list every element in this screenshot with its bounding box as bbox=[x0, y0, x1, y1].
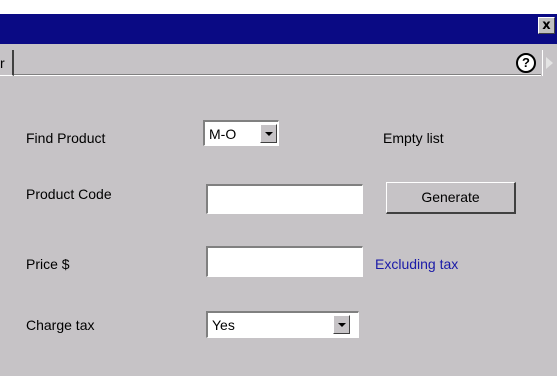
price-label: Price $ bbox=[26, 256, 70, 272]
chevron-down-icon bbox=[338, 323, 346, 327]
charge-tax-dropdown-button[interactable] bbox=[333, 315, 350, 334]
price-input[interactable] bbox=[206, 246, 363, 277]
tab-partial[interactable]: r bbox=[0, 50, 14, 76]
charge-tax-value: Yes bbox=[212, 317, 235, 333]
generate-button-label: Generate bbox=[421, 189, 480, 205]
tab-divider-highlight bbox=[14, 75, 541, 76]
chevron-down-icon bbox=[265, 132, 273, 136]
tab-scroll-right-button[interactable] bbox=[542, 50, 557, 76]
find-product-dropdown-button[interactable] bbox=[260, 124, 277, 143]
title-bar: x bbox=[0, 14, 557, 44]
product-code-label: Product Code bbox=[26, 186, 112, 202]
charge-tax-label: Charge tax bbox=[26, 317, 95, 333]
find-product-label: Find Product bbox=[26, 130, 106, 146]
charge-tax-combo[interactable]: Yes bbox=[206, 311, 359, 338]
find-product-status: Empty list bbox=[383, 130, 444, 146]
find-product-value: M-O bbox=[209, 126, 237, 142]
price-text[interactable] bbox=[208, 248, 362, 276]
product-form-window: x r ? Find Product M-O Empty list Produc… bbox=[0, 0, 557, 376]
help-icon: ? bbox=[522, 55, 530, 70]
close-icon: x bbox=[542, 18, 551, 33]
form-panel: Find Product M-O Empty list Product Code… bbox=[0, 83, 557, 376]
tab-partial-label: r bbox=[0, 55, 5, 71]
close-button[interactable]: x bbox=[538, 17, 555, 34]
help-button[interactable]: ? bbox=[516, 53, 536, 73]
price-tax-note: Excluding tax bbox=[375, 256, 459, 272]
product-code-text[interactable] bbox=[208, 186, 362, 213]
scroll-right-icon bbox=[546, 57, 553, 69]
find-product-combo[interactable]: M-O bbox=[203, 120, 279, 146]
product-code-input[interactable] bbox=[206, 184, 363, 214]
tab-strip: r ? bbox=[0, 44, 557, 83]
generate-button[interactable]: Generate bbox=[386, 182, 516, 214]
